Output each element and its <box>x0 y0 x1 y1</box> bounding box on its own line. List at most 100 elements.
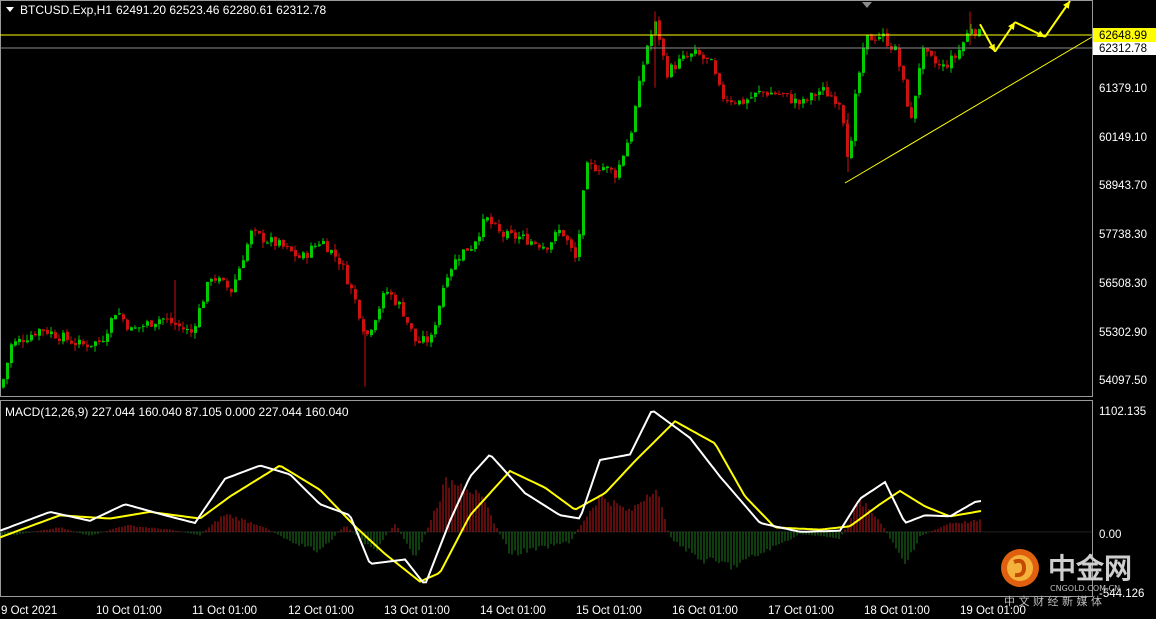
bull-candle <box>134 327 137 329</box>
bear-candle <box>562 229 565 237</box>
bear-candle <box>762 91 765 93</box>
bear-candle <box>494 223 497 225</box>
macd-main-line <box>0 410 982 584</box>
bear-candle <box>126 319 129 330</box>
bear-candle <box>390 292 393 295</box>
bull-candle <box>582 190 585 236</box>
bull-candle <box>442 287 445 307</box>
bear-candle <box>798 99 801 105</box>
trading-chart[interactable]: BTCUSD.Exp,H1 62491.20 62523.46 62280.61… <box>0 0 1156 619</box>
bull-candle <box>542 246 545 249</box>
bear-candle <box>182 327 185 330</box>
bear-candle <box>782 92 785 94</box>
bull-candle <box>130 327 133 331</box>
bull-candle <box>650 34 653 46</box>
price-tick: 61379.10 <box>1099 83 1147 95</box>
bear-candle <box>82 340 85 345</box>
bull-candle <box>322 241 325 245</box>
bear-candle <box>730 100 733 103</box>
time-tick: 18 Oct 01:00 <box>864 605 930 617</box>
bull-candle <box>50 331 53 335</box>
bull-candle <box>862 48 865 73</box>
bull-candle <box>246 244 249 261</box>
bear-candle <box>262 232 265 243</box>
bear-candle <box>830 95 833 97</box>
bull-candle <box>194 326 197 333</box>
bear-candle <box>290 246 293 252</box>
bear-candle <box>706 57 709 59</box>
ohlc-values: 62491.20 62523.46 62280.61 62312.78 <box>116 3 327 17</box>
bull-candle <box>522 234 525 237</box>
bull-candle <box>26 340 29 343</box>
bull-candle <box>866 34 869 50</box>
bear-candle <box>286 246 289 248</box>
bull-candle <box>618 164 621 178</box>
bear-candle <box>294 250 297 257</box>
bull-candle <box>198 308 201 328</box>
chart-shift-marker-icon[interactable] <box>862 2 872 8</box>
macd-indicator-label: MACD(12,26,9) 227.044 160.040 87.105 0.0… <box>5 405 349 419</box>
bull-candle <box>374 320 377 331</box>
bear-candle <box>122 314 125 320</box>
bear-candle <box>338 257 341 265</box>
bull-candle <box>602 167 605 171</box>
bull-candle <box>878 37 881 40</box>
bull-candle <box>238 268 241 281</box>
macd-signal-line <box>0 420 982 583</box>
bull-candle <box>142 325 145 327</box>
bear-candle <box>326 241 329 253</box>
bear-candle <box>778 93 781 95</box>
bull-candle <box>146 321 149 326</box>
bear-candle <box>718 73 721 85</box>
bear-candle <box>930 50 933 56</box>
bull-candle <box>302 252 305 259</box>
bear-candle <box>838 102 841 105</box>
bear-candle <box>902 65 905 80</box>
bear-candle <box>254 229 257 231</box>
bear-candle <box>774 92 777 95</box>
current-price-badge: 62312.78 <box>1093 42 1156 55</box>
bull-candle <box>102 340 105 342</box>
bull-candle <box>822 87 825 91</box>
bear-candle <box>898 47 901 67</box>
dropdown-triangle-icon[interactable] <box>6 7 14 12</box>
bull-candle <box>694 49 697 54</box>
bull-candle <box>558 229 561 234</box>
bear-candle <box>726 100 729 102</box>
ascending-trendline[interactable] <box>844 36 1093 184</box>
bull-candle <box>154 323 157 328</box>
bull-candle <box>382 293 385 309</box>
price-tick: 55302.90 <box>1099 327 1147 339</box>
bull-candle <box>330 249 333 254</box>
bull-candle <box>94 341 97 346</box>
bear-candle <box>74 342 77 346</box>
bear-candle <box>714 60 717 74</box>
bear-candle <box>166 318 169 320</box>
bear-candle <box>514 232 517 239</box>
bear-candle <box>534 241 537 244</box>
bull-candle <box>14 341 17 346</box>
candlestick-series[interactable] <box>2 11 981 389</box>
bull-candle <box>458 259 461 261</box>
bear-candle <box>226 280 229 288</box>
projection-arrows[interactable] <box>979 0 1071 53</box>
bear-candle <box>806 99 809 101</box>
watermark-site: CNGOLD.COM.CN <box>1050 584 1120 593</box>
bull-candle <box>530 241 533 245</box>
bear-candle <box>934 56 937 64</box>
bull-candle <box>234 279 237 293</box>
bear-candle <box>490 216 493 225</box>
bear-candle <box>658 20 661 40</box>
bull-candle <box>454 259 457 270</box>
bull-candle <box>106 333 109 342</box>
bull-candle <box>210 279 213 282</box>
bull-candle <box>802 98 805 104</box>
bear-candle <box>498 224 501 232</box>
bull-candle <box>270 237 273 243</box>
bear-candle <box>98 340 101 342</box>
time-tick: 13 Oct 01:00 <box>384 605 450 617</box>
bull-candle <box>810 92 813 101</box>
bull-candle <box>430 334 433 343</box>
bull-candle <box>678 58 681 69</box>
bull-candle <box>554 232 557 242</box>
